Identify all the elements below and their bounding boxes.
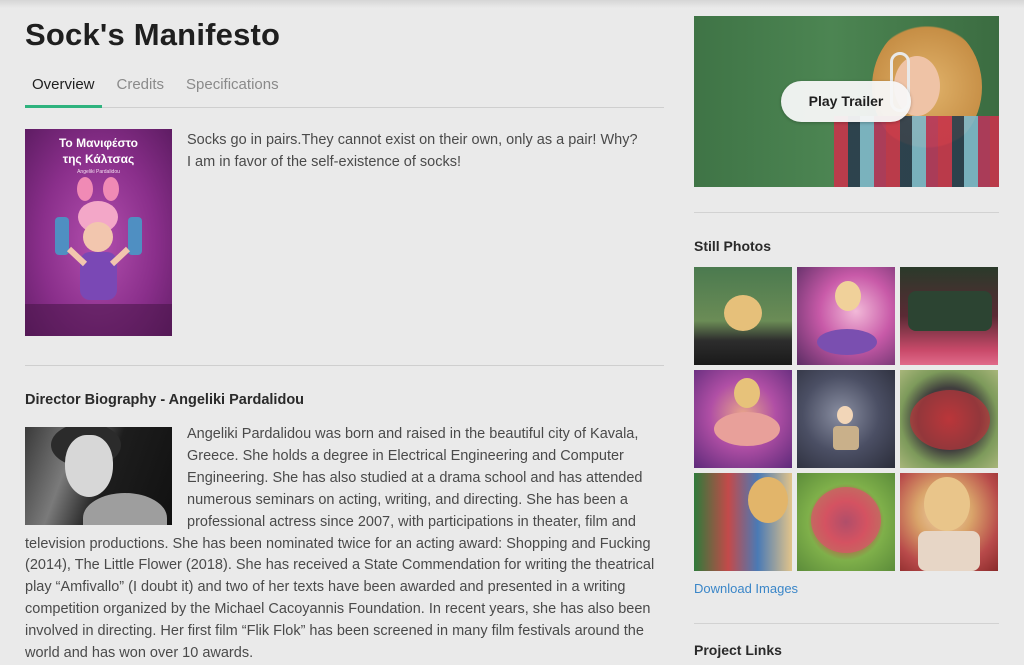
- still-photo-5[interactable]: [797, 370, 895, 468]
- synopsis-line1: Socks go in pairs.They cannot exist on t…: [187, 132, 638, 148]
- tab-specifications[interactable]: Specifications: [179, 72, 286, 108]
- still-photo-3[interactable]: [900, 267, 998, 365]
- still-photo-8[interactable]: [797, 473, 895, 571]
- main-column: Sock's Manifesto Overview Credits Specif…: [25, 14, 664, 665]
- sidebar: Play Trailer Still Photos Download Image…: [694, 16, 999, 659]
- sidebar-divider: [694, 623, 999, 624]
- still-photo-1[interactable]: [694, 267, 792, 365]
- still-photo-4[interactable]: [694, 370, 792, 468]
- download-images-link[interactable]: Download Images: [694, 581, 999, 597]
- section-divider: [25, 365, 664, 366]
- trailer-thumbnail[interactable]: Play Trailer: [694, 16, 999, 187]
- still-photos-grid: [694, 267, 999, 571]
- director-biography-heading: Director Biography - Angeliki Pardalidou: [25, 392, 305, 408]
- film-poster: Το Μανιφέστο της Κάλτσας Angeliki Pardal…: [25, 129, 172, 336]
- project-links-heading: Project Links: [694, 642, 782, 658]
- play-trailer-button[interactable]: Play Trailer: [781, 81, 911, 122]
- poster-credits-strip: [25, 304, 172, 336]
- director-photo: [25, 427, 172, 525]
- still-photo-9[interactable]: [900, 473, 998, 571]
- tab-overview[interactable]: Overview: [25, 72, 102, 108]
- still-photo-6[interactable]: [900, 370, 998, 468]
- tab-credits[interactable]: Credits: [110, 72, 172, 108]
- still-photo-7[interactable]: [694, 473, 792, 571]
- tab-bar: Overview Credits Specifications: [25, 72, 664, 108]
- synopsis: Socks go in pairs.They cannot exist on t…: [187, 129, 638, 336]
- director-biography: Angeliki Pardalidou was born and raised …: [25, 424, 664, 665]
- still-photo-2[interactable]: [797, 267, 895, 365]
- still-photos-heading: Still Photos: [694, 238, 771, 254]
- synopsis-line2: I am in favor of the self-existence of s…: [187, 154, 462, 170]
- overview-section: Το Μανιφέστο της Κάλτσας Angeliki Pardal…: [25, 129, 664, 336]
- sidebar-divider: [694, 212, 999, 213]
- page-title: Sock's Manifesto: [25, 17, 281, 52]
- header-shadow: [0, 0, 1024, 8]
